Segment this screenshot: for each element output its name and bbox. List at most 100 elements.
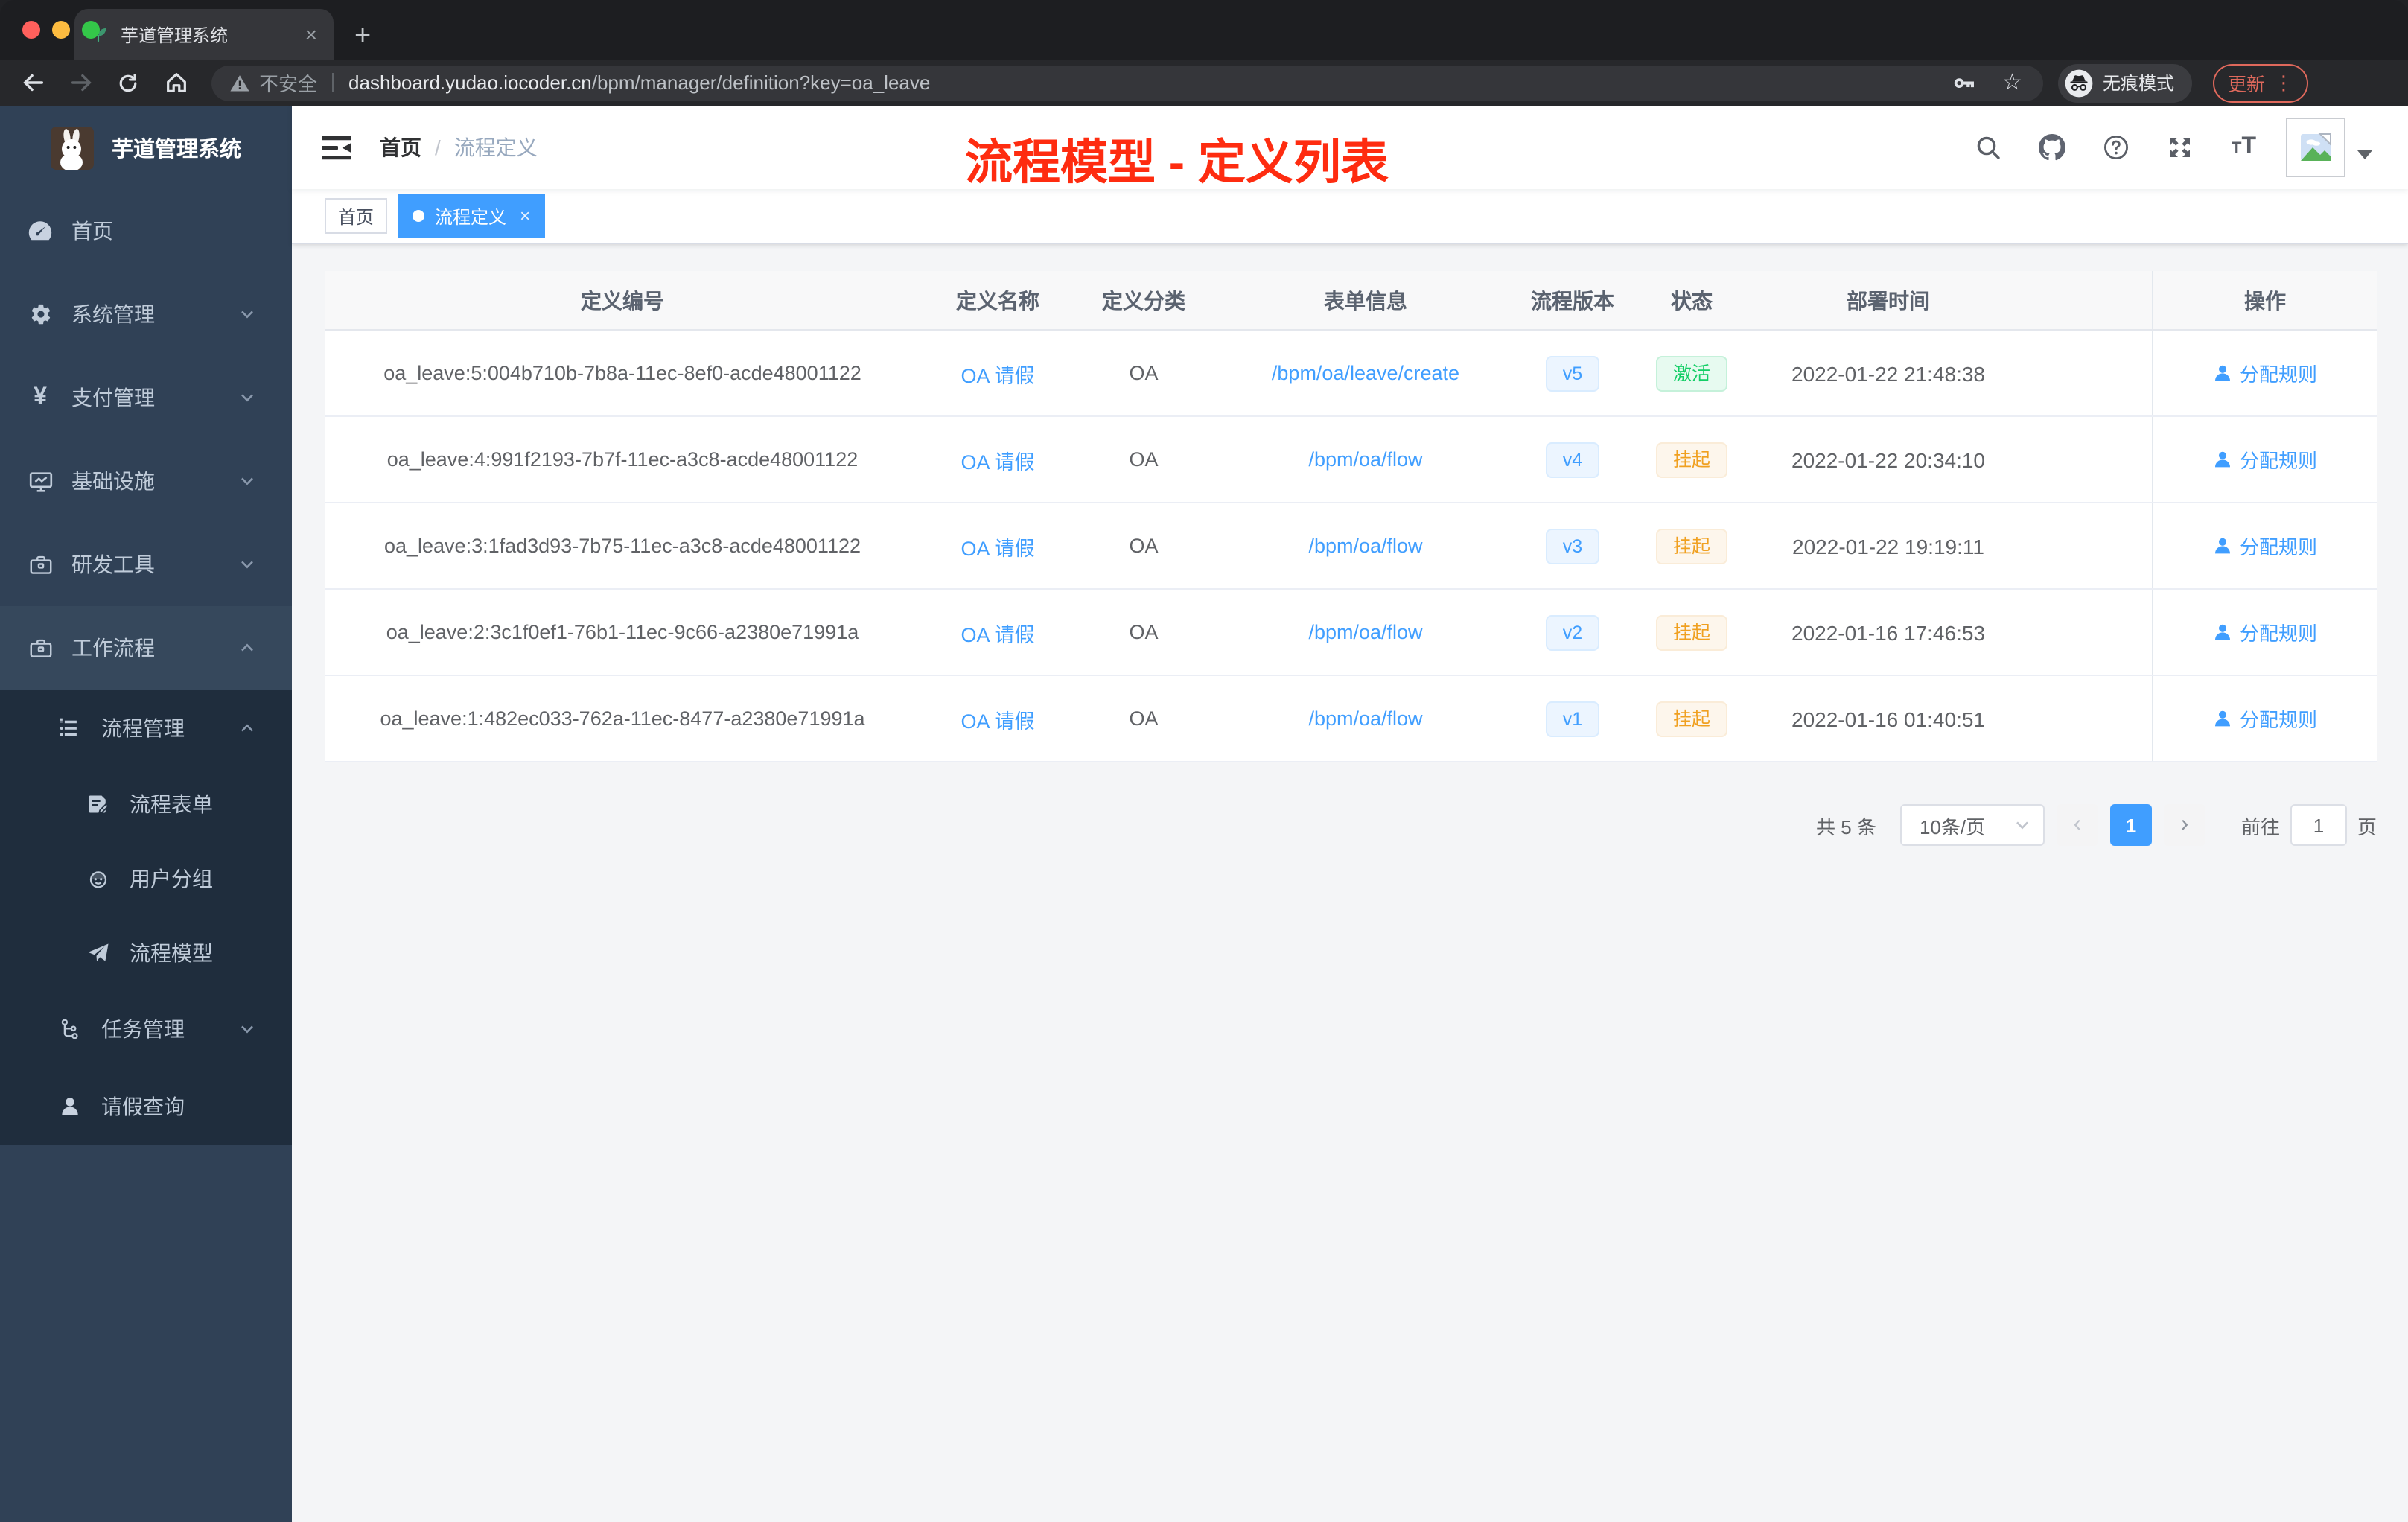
assign-rule-link[interactable]: 分配规则: [2213, 445, 2317, 474]
window-controls: [22, 21, 100, 39]
sidebar-item-payment[interactable]: ¥ 支付管理: [0, 356, 292, 439]
tag-process-definition[interactable]: 流程定义 ×: [398, 194, 546, 238]
sidebar-item-task-management[interactable]: 任务管理: [0, 990, 292, 1068]
toolbox-icon: [27, 551, 54, 578]
avatar-caret-icon[interactable]: [2357, 150, 2372, 166]
form-info-link[interactable]: /bpm/oa/flow: [1308, 621, 1422, 643]
tab-close-icon[interactable]: ×: [302, 22, 320, 46]
goto-page-input[interactable]: [2290, 804, 2347, 846]
column-header: 状态: [1671, 288, 1713, 312]
sidebar-item-leave-query[interactable]: 请假查询: [0, 1068, 292, 1145]
page-size-value: 10条/页: [1919, 815, 1986, 838]
version-badge: v3: [1546, 528, 1599, 564]
definition-id: oa_leave:5:004b710b-7b8a-11ec-8ef0-acde4…: [383, 362, 861, 384]
new-tab-button[interactable]: +: [354, 22, 371, 51]
column-header: 部署时间: [1847, 288, 1930, 312]
assign-rule-link[interactable]: 分配规则: [2213, 359, 2317, 387]
active-dot: [413, 210, 425, 222]
assign-rule-link[interactable]: 分配规则: [2213, 704, 2317, 733]
chevron-down-icon: [238, 389, 256, 407]
avatar[interactable]: [2286, 118, 2345, 177]
definition-name-link[interactable]: OA 请假: [961, 617, 1034, 647]
definition-category: OA: [1129, 448, 1159, 471]
assign-rule-label: 分配规则: [2239, 363, 2317, 386]
status-badge: 挂起: [1656, 614, 1727, 650]
definition-name-link[interactable]: OA 请假: [961, 445, 1034, 474]
security-label[interactable]: 不安全: [259, 69, 317, 97]
tag-label: 流程定义: [435, 206, 507, 227]
definition-name-link[interactable]: OA 请假: [961, 704, 1034, 733]
maximize-window-button[interactable]: [82, 21, 100, 39]
navbar: 首页 / 流程定义 TT: [292, 106, 2408, 189]
page-1-button[interactable]: 1: [2109, 804, 2152, 846]
sidebar-item-infrastructure[interactable]: 基础设施: [0, 439, 292, 523]
user-icon: [2214, 624, 2230, 640]
minimize-window-button[interactable]: [52, 21, 70, 39]
bookmark-star-icon[interactable]: ☆: [2002, 71, 2022, 94]
fullscreen-icon[interactable]: [2167, 134, 2194, 161]
breadcrumb-home[interactable]: 首页: [380, 133, 421, 162]
deploy-time: 2022-01-22 21:48:38: [1791, 361, 1985, 385]
search-icon[interactable]: [1975, 134, 2002, 161]
sidebar-item-process-management[interactable]: 流程管理: [0, 690, 292, 767]
robot-icon: [85, 865, 112, 892]
form-info-link[interactable]: /bpm/oa/flow: [1308, 707, 1422, 730]
page-size-select[interactable]: 10条/页: [1899, 804, 2045, 846]
app-title: 芋道管理系统: [112, 138, 241, 162]
back-icon[interactable]: [12, 65, 54, 101]
forward-icon[interactable]: [60, 65, 101, 101]
sidebar-item-process-form[interactable]: 流程表单: [0, 767, 292, 841]
tag-close-icon[interactable]: ×: [520, 206, 530, 226]
sidebar-item-label: 用户分组: [130, 867, 213, 891]
paper-plane-icon: [85, 940, 112, 967]
workflow-submenu: 流程管理 流程表单 用户分组 流程模型 任务管理 请假查询: [0, 690, 292, 1145]
user-icon: [2214, 365, 2230, 381]
assign-rule-label: 分配规则: [2239, 709, 2317, 731]
deploy-time: 2022-01-16 01:40:51: [1791, 707, 1985, 730]
password-key-icon[interactable]: [1952, 71, 1975, 95]
chevron-down-icon: [238, 472, 256, 490]
help-icon[interactable]: [2103, 134, 2130, 161]
browser-tab[interactable]: 芋道管理系统 ×: [74, 9, 334, 60]
sidebar-toggle-icon[interactable]: [322, 135, 351, 160]
font-size-icon[interactable]: TT: [2232, 135, 2256, 159]
dashboard-icon: [27, 217, 54, 244]
incognito-label: 无痕模式: [2102, 73, 2174, 94]
next-page-button[interactable]: ›: [2163, 804, 2205, 846]
chevron-down-icon: [238, 305, 256, 323]
version-badge: v4: [1546, 442, 1599, 477]
sidebar-item-user-group[interactable]: 用户分组: [0, 841, 292, 916]
prev-page-button[interactable]: ‹: [2056, 804, 2098, 846]
tag-home[interactable]: 首页: [325, 198, 388, 234]
sidebar-item-label: 流程模型: [130, 941, 213, 965]
tab-strip: 芋道管理系统 × +: [0, 0, 2408, 60]
sidebar: 芋道管理系统 首页 系统管理 ¥ 支付管理 基础设施 研发工具 工作流程 流程管…: [0, 106, 292, 1522]
app-logo-avatar: [51, 126, 94, 169]
sidebar-item-devtools[interactable]: 研发工具: [0, 523, 292, 606]
sidebar-item-workflow[interactable]: 工作流程: [0, 606, 292, 690]
address-bar[interactable]: 不安全 dashboard.yudao.iocoder.cn/bpm/manag…: [211, 65, 2043, 101]
definition-id: oa_leave:2:3c1f0ef1-76b1-11ec-9c66-a2380…: [386, 621, 859, 643]
column-header: 定义分类: [1102, 288, 1185, 312]
sidebar-item-home[interactable]: 首页: [0, 189, 292, 273]
column-header: 操作: [2153, 271, 2377, 329]
form-info-link[interactable]: /bpm/oa/flow: [1308, 448, 1422, 471]
definition-category: OA: [1129, 362, 1159, 384]
assign-rule-link[interactable]: 分配规则: [2213, 618, 2317, 646]
sidebar-item-process-model[interactable]: 流程模型: [0, 916, 292, 990]
reload-icon[interactable]: [107, 65, 149, 101]
definition-name-link[interactable]: OA 请假: [961, 358, 1034, 388]
sidebar-item-system[interactable]: 系统管理: [0, 273, 292, 356]
close-window-button[interactable]: [22, 21, 40, 39]
user-icon: [2214, 710, 2230, 727]
definition-name-link[interactable]: OA 请假: [961, 531, 1034, 561]
assign-rule-link[interactable]: 分配规则: [2213, 532, 2317, 560]
security-warning-icon: [229, 72, 250, 93]
home-icon[interactable]: [155, 65, 197, 101]
form-info-link[interactable]: /bpm/oa/flow: [1308, 535, 1422, 557]
update-button[interactable]: 更新 ⋮: [2212, 63, 2308, 102]
browser-menu-kebab-icon[interactable]: ⋮: [2274, 71, 2293, 95]
form-info-link[interactable]: /bpm/oa/leave/create: [1272, 362, 1459, 384]
breadcrumb-separator: /: [435, 136, 441, 159]
github-icon[interactable]: [2039, 134, 2066, 161]
